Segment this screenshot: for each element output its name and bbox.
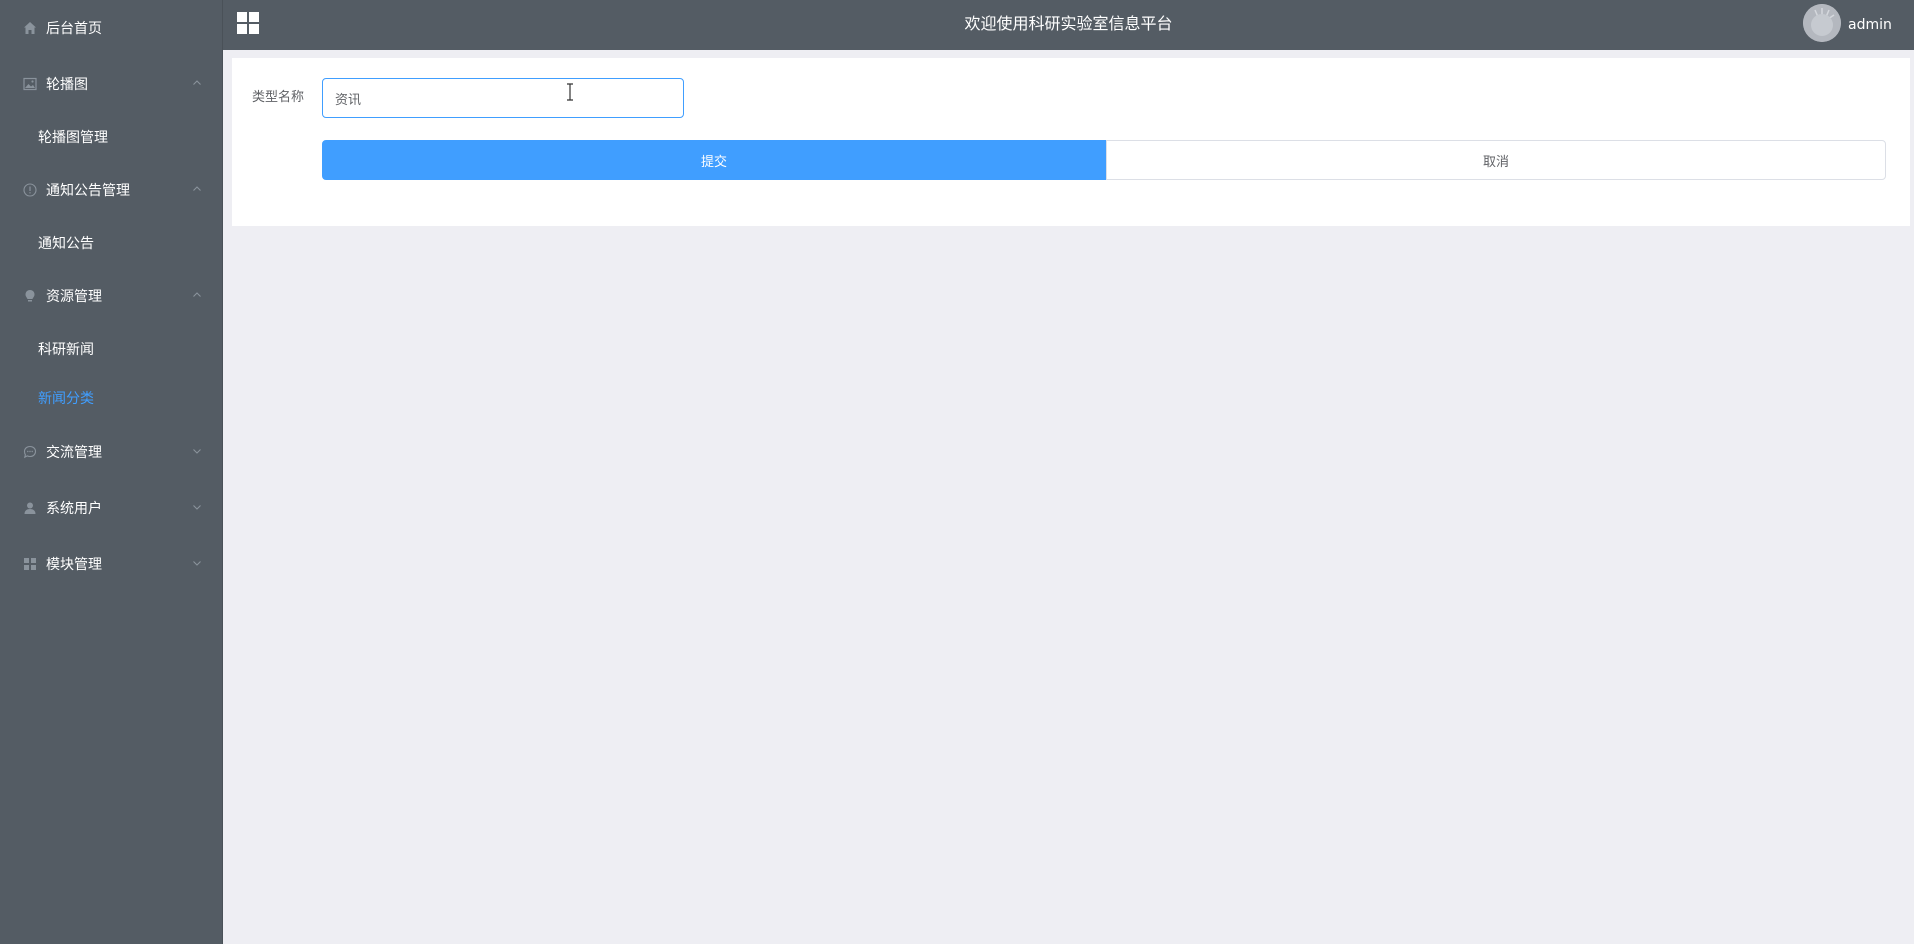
grid-icon	[22, 556, 38, 572]
chevron-down-icon	[191, 501, 203, 513]
sidebar-item-exchange[interactable]: 交流管理	[0, 432, 223, 472]
chevron-up-icon	[191, 183, 203, 195]
picture-icon	[22, 76, 38, 92]
sidebar-item-label: 后台首页	[46, 21, 102, 37]
type-name-input[interactable]	[322, 78, 684, 118]
sidebar-item-module[interactable]: 模块管理	[0, 544, 223, 584]
sidebar-item-research-news[interactable]: 科研新闻	[0, 329, 223, 369]
info-icon	[22, 182, 38, 198]
sidebar: 后台首页 轮播图 轮播图管理 通知公告管理 通知公告 资源管理 科研新闻 新闻分…	[0, 0, 223, 944]
sidebar-item-label: 通知公告管理	[46, 183, 130, 199]
sidebar-item-label: 模块管理	[46, 557, 102, 573]
sidebar-item-label: 科研新闻	[38, 342, 94, 358]
sidebar-item-notice[interactable]: 通知公告管理	[0, 170, 223, 210]
text-cursor-icon	[565, 83, 575, 101]
sidebar-item-notice-list[interactable]: 通知公告	[0, 223, 223, 263]
chevron-down-icon	[191, 557, 203, 569]
sidebar-item-resource[interactable]: 资源管理	[0, 276, 223, 316]
top-bar: 欢迎使用科研实验室信息平台 admin	[223, 0, 1914, 50]
sidebar-item-carousel-manage[interactable]: 轮播图管理	[0, 117, 223, 157]
bulb-icon	[22, 288, 38, 304]
submit-button[interactable]: 提交	[322, 140, 1106, 180]
sidebar-item-label: 交流管理	[46, 445, 102, 461]
sidebar-item-carousel[interactable]: 轮播图	[0, 64, 223, 104]
sidebar-item-label: 资源管理	[46, 289, 102, 305]
sidebar-item-label: 系统用户	[46, 501, 102, 517]
user-icon	[22, 500, 38, 516]
home-icon	[22, 20, 38, 36]
form-card: 类型名称 提交 取消	[232, 58, 1910, 226]
chat-icon	[22, 444, 38, 460]
username[interactable]: admin	[1848, 0, 1892, 50]
sidebar-item-label: 新闻分类	[38, 391, 94, 407]
avatar[interactable]	[1803, 4, 1841, 42]
sidebar-item-news-category[interactable]: 新闻分类	[0, 378, 223, 418]
sidebar-item-label: 通知公告	[38, 236, 94, 252]
cancel-button[interactable]: 取消	[1106, 140, 1886, 180]
sidebar-item-home[interactable]: 后台首页	[0, 8, 223, 48]
page-title: 欢迎使用科研实验室信息平台	[964, 14, 1173, 33]
sidebar-item-label: 轮播图管理	[38, 130, 108, 146]
sidebar-item-system-user[interactable]: 系统用户	[0, 488, 223, 528]
chevron-up-icon	[191, 289, 203, 301]
sidebar-item-label: 轮播图	[46, 77, 88, 93]
chevron-up-icon	[191, 77, 203, 89]
chevron-down-icon	[191, 445, 203, 457]
